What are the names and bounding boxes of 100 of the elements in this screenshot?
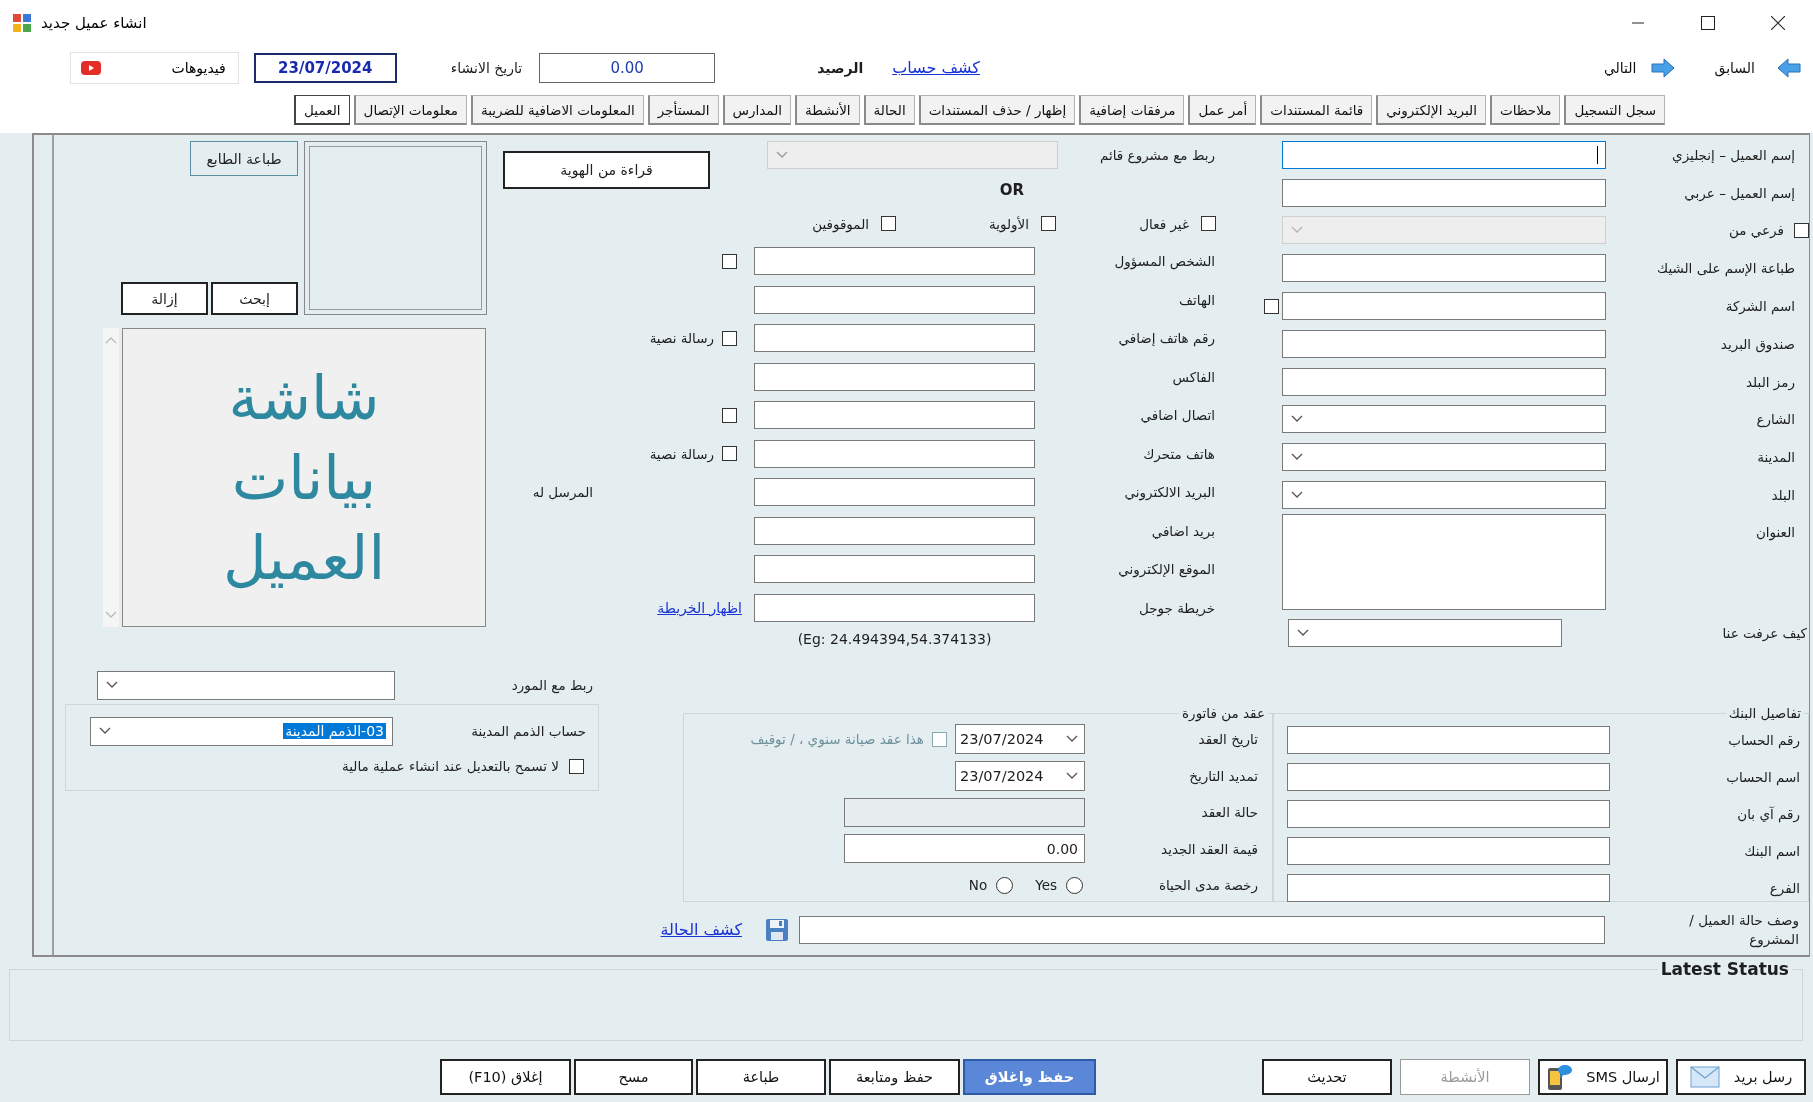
action-button[interactable]: حفظ ومتابعة	[829, 1059, 960, 1095]
show-map-link[interactable]: اظهار الخريطة	[657, 599, 742, 616]
date-picker[interactable]: 23/07/2024	[955, 760, 1085, 791]
tab[interactable]: قائمة المستندات	[1260, 95, 1373, 125]
group-title: عقد من فاتورة	[1181, 705, 1266, 721]
statement-link[interactable]: كشف حساب	[892, 58, 980, 77]
checkbox-label: رسالة نصية	[649, 445, 714, 462]
dropdown[interactable]	[1282, 443, 1606, 472]
text-field[interactable]	[1287, 725, 1610, 754]
tab[interactable]: إظهار / حذف المستندات	[918, 95, 1076, 125]
or-text: OR	[999, 180, 1024, 199]
dropdown-value: 03-الذمم المدينة	[283, 723, 386, 739]
tab[interactable]: المستأجر	[647, 95, 719, 125]
chevron-down-icon	[1291, 453, 1303, 462]
action-button[interactable]: حفظ واغلاق	[963, 1059, 1096, 1095]
remove-button[interactable]: إزالة	[121, 282, 208, 315]
text-field[interactable]	[754, 439, 1035, 468]
chevron-down-icon	[105, 611, 117, 619]
text-field[interactable]	[799, 915, 1605, 944]
chevron-down-icon	[106, 681, 118, 689]
chevron-down-icon	[1291, 415, 1303, 424]
field-label: اسم الشركة	[1725, 298, 1795, 315]
field-label: رخصة مدى الحياة	[1158, 877, 1258, 894]
action-button[interactable]: تحديث	[1262, 1059, 1392, 1095]
tab[interactable]: الأنشطة	[795, 95, 860, 125]
tab[interactable]: المدارس	[722, 95, 792, 125]
checkbox[interactable]	[722, 446, 737, 462]
tab[interactable]: أمر عمل	[1188, 95, 1257, 125]
checkbox-label: غير فعال	[1139, 215, 1189, 232]
text-field[interactable]	[1282, 140, 1606, 169]
action-button[interactable]: رسل بريد	[1676, 1059, 1806, 1095]
action-button[interactable]: ارسال SMS	[1538, 1059, 1668, 1095]
field-label: ربط مع المورد	[511, 677, 593, 693]
dropdown[interactable]	[1282, 405, 1606, 434]
text-field[interactable]	[1282, 367, 1606, 396]
text-field[interactable]	[754, 555, 1035, 584]
field-label: صندوق البريد	[1720, 335, 1795, 352]
text-field[interactable]	[1287, 836, 1610, 865]
text-field[interactable]	[1287, 873, 1610, 902]
checkbox[interactable]	[569, 758, 584, 774]
tab[interactable]: سجل التسجيل	[1564, 95, 1665, 125]
videos-button[interactable]: فيديوهات	[69, 51, 239, 84]
app-icon	[12, 12, 32, 33]
dropdown[interactable]	[97, 670, 395, 700]
tab[interactable]: الحالة	[863, 95, 915, 125]
scrollbar[interactable]	[103, 328, 119, 627]
tab[interactable]: المعلومات الاضافية للضريبة	[470, 95, 644, 125]
video-play-icon	[80, 60, 101, 75]
tab[interactable]: ملاحظات	[1489, 95, 1561, 125]
text-field[interactable]	[1287, 799, 1610, 828]
tab[interactable]: البريد الإلكتروني	[1376, 95, 1486, 125]
text-field[interactable]	[754, 478, 1035, 507]
dropdown[interactable]	[1282, 481, 1606, 510]
action-button[interactable]: طباعة	[696, 1059, 826, 1095]
text-field[interactable]	[754, 593, 1035, 622]
previous-button[interactable]: السابق	[1710, 55, 1805, 80]
status-link[interactable]: كشف الحالة	[660, 920, 742, 939]
tab[interactable]: معلومات الإتصال	[353, 95, 467, 125]
text-field[interactable]	[1282, 329, 1606, 358]
field-label: الفرع	[1769, 879, 1800, 896]
address-field[interactable]	[1282, 513, 1606, 610]
field-label: العنوان	[1755, 523, 1795, 540]
chevron-down-icon	[1066, 735, 1078, 744]
text-field[interactable]	[754, 285, 1035, 314]
print-stamp-button[interactable]: طباعة الطابع	[190, 141, 298, 176]
date-picker[interactable]: 23/07/2024	[955, 724, 1085, 755]
dropdown[interactable]: 03-الذمم المدينة	[90, 716, 393, 746]
text-field[interactable]	[754, 401, 1035, 430]
maximize-icon	[1701, 15, 1715, 30]
tab[interactable]: العميل	[294, 95, 350, 125]
text-field[interactable]	[754, 516, 1035, 545]
checkbox[interactable]	[722, 330, 737, 346]
read-id-button[interactable]: قراءة من الهوية	[503, 151, 710, 189]
search-button[interactable]: إبحث	[211, 282, 298, 315]
text-field[interactable]	[754, 324, 1035, 353]
next-button[interactable]: التالي	[1599, 55, 1679, 80]
close-icon	[1771, 15, 1785, 30]
text-field[interactable]	[1287, 762, 1610, 791]
text-field[interactable]	[754, 247, 1035, 276]
field-label: الهاتف	[1179, 291, 1215, 308]
checkbox[interactable]	[1041, 216, 1056, 231]
number-field[interactable]: 0.00	[844, 834, 1085, 864]
action-button[interactable]: إغلاق (F10)	[440, 1059, 571, 1095]
checkbox[interactable]	[881, 216, 896, 231]
action-button[interactable]: مسح	[574, 1059, 693, 1095]
field-label: البلد	[1771, 487, 1795, 504]
group-title: تفاصيل البنك	[1727, 705, 1802, 721]
text-field[interactable]	[1282, 292, 1606, 321]
text-field[interactable]	[1282, 254, 1606, 283]
text-field[interactable]	[754, 362, 1035, 391]
checkbox[interactable]	[1201, 216, 1216, 231]
radio-button[interactable]	[1066, 876, 1083, 894]
checkbox[interactable]	[722, 407, 737, 423]
checkbox[interactable]	[1264, 298, 1279, 314]
field-label: الشخص المسؤول	[1114, 253, 1215, 270]
text-field[interactable]	[1282, 178, 1606, 207]
tab[interactable]: مرفقات إضافية	[1079, 95, 1185, 125]
dropdown[interactable]	[1288, 618, 1562, 647]
radio-button[interactable]	[996, 876, 1014, 894]
checkbox[interactable]	[722, 253, 737, 269]
